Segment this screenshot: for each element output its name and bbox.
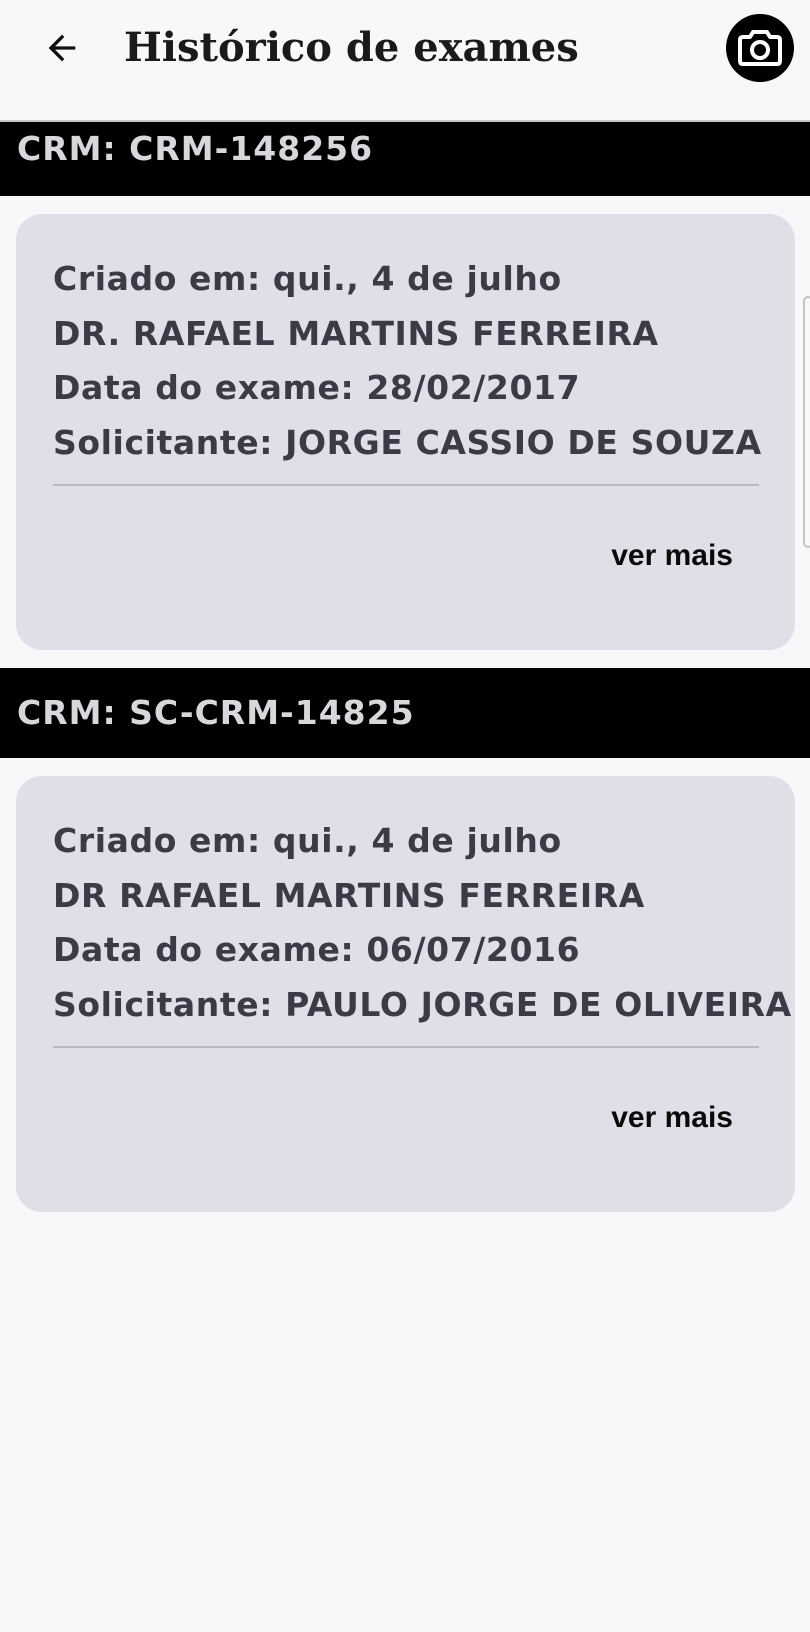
exam-date: Data do exame: 06/07/2016 [53,930,581,969]
camera-icon [738,30,782,66]
app-bar: Histórico de exames [0,0,810,122]
requester: Solicitante: PAULO JORGE DE OLIVEIRA [53,984,792,1024]
doctor-name: DR RAFAEL MARTINS FERREIRA [53,875,645,915]
doctor-name: DR. RAFAEL MARTINS FERREIRA [53,313,659,353]
back-button[interactable] [36,22,88,74]
crm-group-header: CRM: SC-CRM-14825 [0,668,810,758]
card-divider [53,1046,759,1048]
exam-date: Data do exame: 28/02/2017 [53,368,581,407]
camera-button[interactable] [726,14,794,82]
see-more-button[interactable]: ver mais [611,539,733,573]
created-date: Criado em: qui., 4 de julho [53,259,562,298]
see-more-button[interactable]: ver mais [611,1101,733,1135]
crm-group-header: CRM: CRM-148256 [0,122,810,196]
card-divider [53,484,759,486]
page-title: Histórico de exames [124,24,579,71]
arrow-left-icon [48,34,76,62]
created-date: Criado em: qui., 4 de julho [53,821,562,860]
exam-history-list: CRM: CRM-148256 Criado em: qui., 4 de ju… [0,122,810,1212]
requester: Solicitante: JORGE CASSIO DE SOUZA [53,422,762,462]
exam-card[interactable]: Criado em: qui., 4 de julho DR RAFAEL MA… [16,776,795,1212]
exam-card[interactable]: Criado em: qui., 4 de julho DR. RAFAEL M… [16,214,795,650]
